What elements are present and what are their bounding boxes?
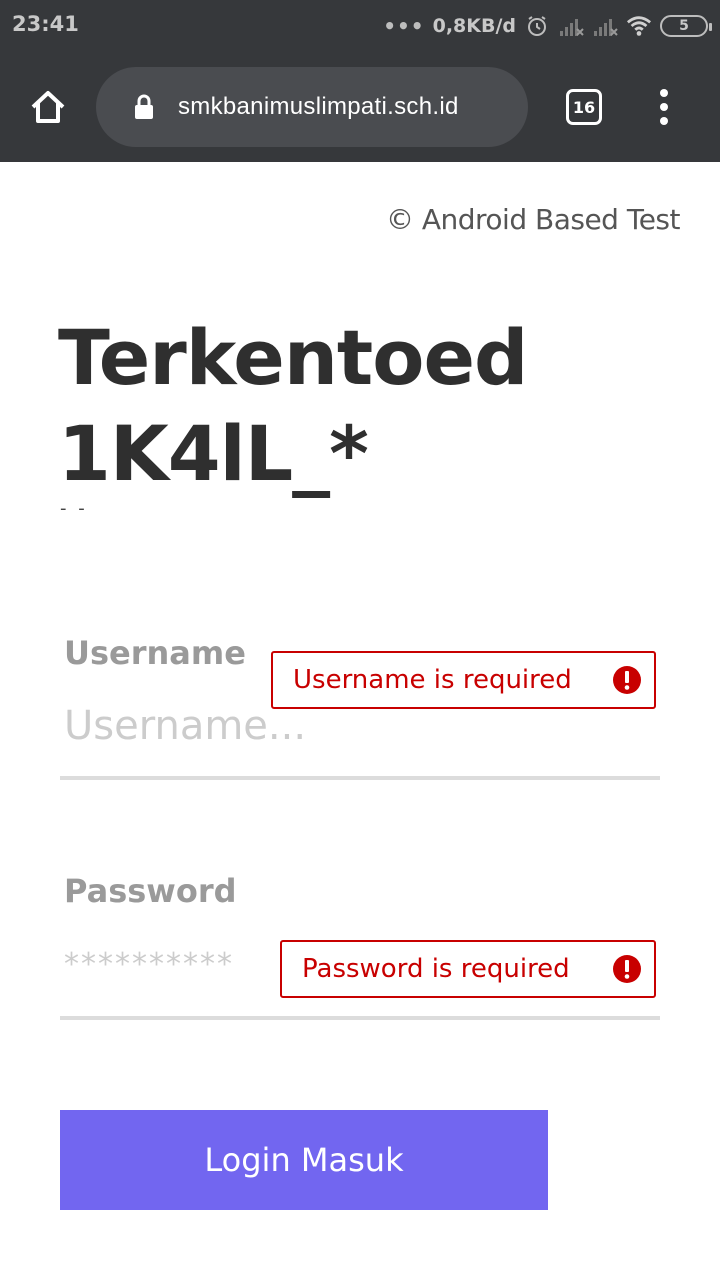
login-button[interactable]: Login Masuk (60, 1110, 548, 1210)
network-speed: 0,8KB/d (432, 15, 516, 37)
username-underline (60, 776, 660, 780)
error-icon (612, 665, 642, 695)
browser-toolbar: smkbanimuslimpati.sch.id 16 (0, 52, 720, 162)
url-bar[interactable]: smkbanimuslimpati.sch.id (96, 67, 528, 147)
lock-icon (132, 93, 156, 121)
error-icon (612, 954, 642, 984)
battery-icon: 5 (660, 15, 712, 37)
screen: 23:41 ••• 0,8KB/d 5 smkbanimuslimpati.sc… (0, 0, 720, 1280)
wifi-icon (626, 13, 652, 39)
url-text: smkbanimuslimpati.sch.id (178, 93, 459, 120)
status-icons: ••• 0,8KB/d 5 (383, 10, 712, 42)
password-label: Password (64, 872, 237, 910)
page-title: Terkentoed 1K4lL_* (58, 313, 528, 498)
signal-icon (558, 13, 584, 39)
notification-dots: ••• (383, 14, 425, 38)
page-subtitle: - - (60, 498, 88, 519)
password-error-text: Password is required (302, 954, 570, 984)
username-label: Username (64, 634, 246, 672)
more-vert-icon[interactable] (650, 85, 678, 129)
status-bar: 23:41 ••• 0,8KB/d 5 (0, 0, 720, 52)
tabs-button[interactable]: 16 (566, 89, 602, 125)
copyright-text: © Android Based Test (385, 203, 681, 236)
home-icon (31, 91, 65, 123)
username-error-tooltip: Username is required (271, 651, 656, 709)
password-error-tooltip: Password is required (280, 940, 656, 998)
username-error-text: Username is required (293, 665, 572, 695)
signal-icon (592, 13, 618, 39)
status-time: 23:41 (12, 12, 79, 36)
alarm-icon (524, 13, 550, 39)
home-button[interactable] (26, 85, 70, 129)
password-underline (60, 1016, 660, 1020)
